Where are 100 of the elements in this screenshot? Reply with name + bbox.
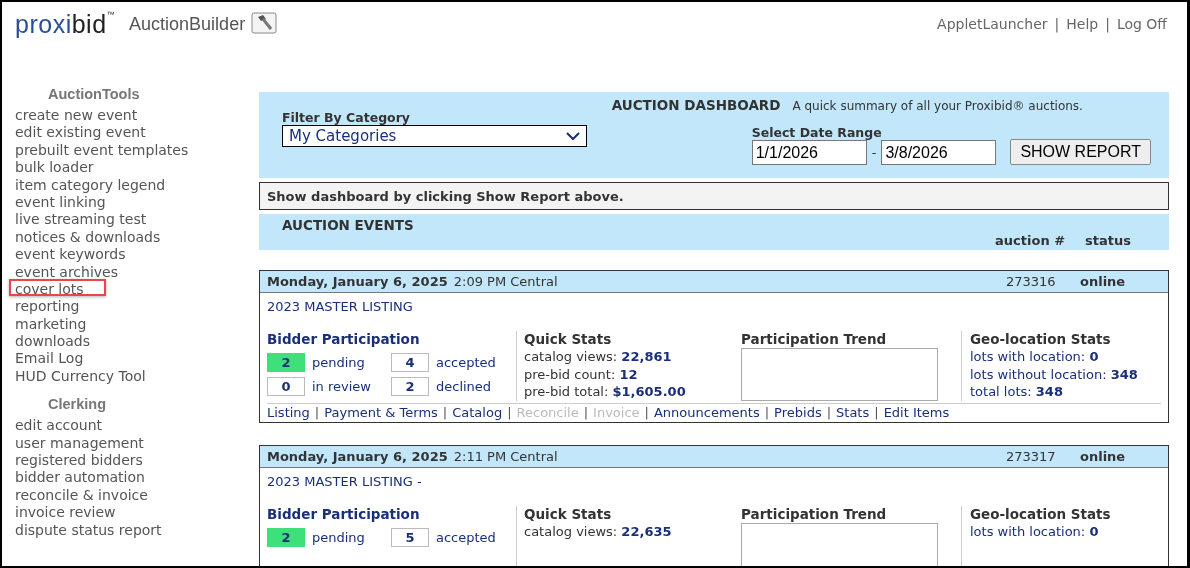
count-box[interactable]: 5 (391, 528, 429, 547)
stat-label: lots with location: (970, 524, 1086, 539)
column-header: status (1085, 233, 1131, 248)
event-time: 2:11 PM Central (453, 449, 558, 464)
event-link[interactable]: Listing (267, 405, 310, 420)
count-box[interactable]: 2 (267, 353, 305, 372)
sidebar-link[interactable]: reporting (15, 298, 80, 315)
chevron-down-icon (566, 131, 580, 141)
end-date-field[interactable]: 3/8/2026 (881, 140, 997, 165)
sidebar-link[interactable]: dispute status report (15, 521, 162, 538)
sidebar-link[interactable]: registered bidders (15, 452, 143, 469)
stat-label: catalog views: (524, 524, 618, 539)
show-report-button[interactable]: SHOW REPORT (1010, 139, 1151, 165)
filter-label: Filter By Category (282, 110, 411, 125)
event-date: Monday, January 6, 2025 (267, 274, 448, 289)
stat-value: 22,635 (621, 524, 672, 539)
count-label[interactable]: in review (312, 379, 371, 394)
sidebar-link[interactable]: bidder automation (15, 469, 145, 486)
sidebar-link[interactable]: user management (15, 434, 144, 451)
sidebar-link[interactable]: HUD Currency Tool (15, 367, 146, 384)
sidebar-link[interactable]: invoice review (15, 504, 116, 521)
count-label[interactable]: accepted (436, 355, 496, 370)
auction-number: 273316 (1006, 274, 1057, 289)
events-title: AUCTION EVENTS (282, 217, 415, 233)
start-date-field[interactable]: 1/1/2026 (751, 140, 867, 165)
count-box[interactable]: 2 (391, 377, 429, 396)
sidebar-link[interactable]: marketing (15, 315, 87, 332)
sidebar-link[interactable]: edit account (15, 417, 103, 434)
section-heading: AuctionTools (47, 86, 141, 102)
separator-text: | (507, 405, 512, 420)
stat-label: lots with location: (970, 349, 1086, 364)
app-name: AuctionBuilder (129, 14, 246, 35)
event-link[interactable]: Announcements (653, 405, 760, 420)
count-box[interactable]: 4 (391, 353, 429, 372)
event-date: Monday, January 6, 2025 (267, 449, 448, 464)
sidebar-link[interactable]: downloads (15, 333, 90, 350)
sidebar-link[interactable]: bulk loader (15, 159, 94, 176)
sidebar-link[interactable]: item category legend (15, 176, 166, 193)
stat-label: total lots: (970, 384, 1032, 399)
header-link[interactable]: Help (1066, 16, 1099, 32)
sidebar-link[interactable]: notices & downloads (15, 228, 161, 245)
stat-label: pre-bid total: (524, 384, 609, 399)
sidebar-link[interactable]: live streaming test (15, 211, 147, 228)
separator-text: | (1105, 16, 1110, 32)
dash-text: - (871, 145, 877, 160)
event-title-link[interactable]: 2023 MASTER LISTING - (267, 474, 422, 489)
separator-text: | (442, 405, 448, 420)
count-box[interactable]: 2 (267, 528, 305, 547)
trend-heading: Participation Trend (741, 506, 888, 522)
separator-text: | (1054, 16, 1060, 32)
stat-value: 0 (1089, 349, 1099, 364)
quick-stats-heading: Quick Stats (524, 331, 613, 347)
event-link[interactable]: Payment & Terms (324, 405, 438, 420)
message-text: Show dashboard by clicking Show Report above. (267, 188, 624, 204)
sidebar-link[interactable]: Email Log (15, 350, 84, 367)
stat-label: lots without location: (970, 366, 1107, 382)
event-link[interactable]: Edit Items (883, 405, 950, 420)
count-label[interactable]: declined (436, 379, 492, 394)
geo-heading: Geo-location Stats (970, 331, 1112, 347)
event-title-link[interactable]: 2023 MASTER LISTING (267, 299, 413, 314)
separator-text: | (764, 405, 770, 420)
sidebar-link[interactable]: reconcile & invoice (15, 486, 148, 503)
event-time: 2:09 PM Central (453, 274, 558, 289)
count-box[interactable]: 0 (267, 377, 305, 396)
event-link[interactable]: Prebids (774, 405, 822, 420)
header-link[interactable]: Log Off (1116, 16, 1167, 32)
date-range-label: Select Date Range (751, 125, 883, 140)
stat-value: 0 (1089, 524, 1099, 539)
separator-text: | (583, 405, 589, 420)
sidebar-link[interactable]: event archives (15, 263, 118, 280)
event-link[interactable]: Stats (836, 405, 870, 420)
count-label[interactable]: pending (312, 355, 365, 370)
count-label[interactable]: pending (312, 530, 365, 545)
sidebar-link[interactable]: create new event (15, 107, 138, 123)
event-link[interactable]: Catalog (452, 405, 503, 420)
geo-heading: Geo-location Stats (970, 506, 1111, 522)
quick-stats-heading: Quick Stats (524, 506, 613, 522)
sidebar-link[interactable]: event linking (15, 193, 106, 210)
dashboard-title: AUCTION DASHBOARD (611, 97, 781, 113)
hammer-icon (251, 11, 278, 34)
sidebar-link[interactable]: prebuilt event templates (15, 141, 189, 158)
event-status: online (1080, 274, 1127, 289)
category-select[interactable]: My Categories (282, 125, 587, 147)
separator-text: | (826, 405, 832, 420)
trend-heading: Participation Trend (741, 331, 888, 347)
bidder-heading: Bidder Participation (267, 331, 421, 347)
sidebar-link[interactable]: cover lots (15, 280, 84, 297)
stat-value: 348 (1110, 366, 1138, 382)
stat-value: 12 (619, 366, 638, 382)
sidebar-link[interactable]: edit existing event (15, 124, 146, 141)
column-header: auction # (995, 233, 1066, 248)
header-link[interactable]: AppletLauncher (937, 16, 1048, 32)
count-label[interactable]: accepted (436, 530, 496, 545)
event-status: online (1080, 449, 1127, 464)
stat-value: $1,605.00 (612, 384, 686, 399)
dashboard-description: A quick summary of all your Proxibid® auctions. (792, 99, 1083, 113)
stat-value: 22,861 (621, 349, 672, 364)
separator-text: | (874, 405, 879, 420)
separator-text: | (314, 405, 320, 420)
sidebar-link[interactable]: event keywords (15, 246, 126, 263)
